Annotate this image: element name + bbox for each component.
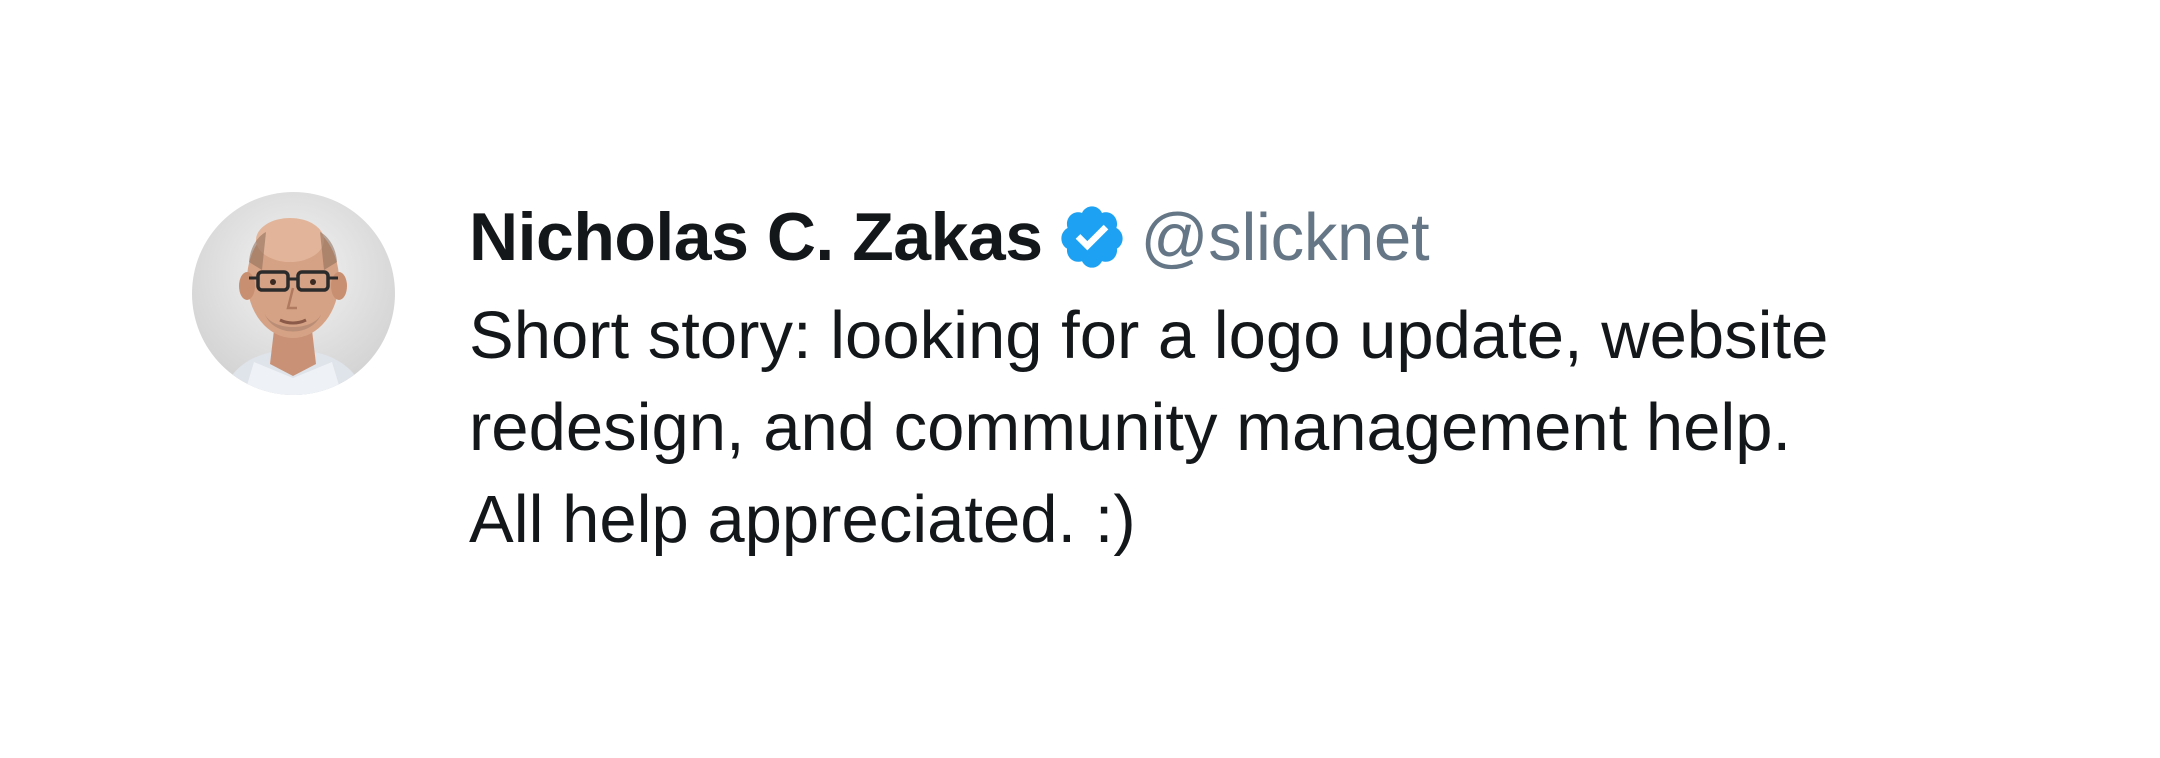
profile-photo — [222, 218, 365, 395]
tweet-card: Nicholas C. Zakas @slicknet Short story:… — [192, 192, 1992, 592]
tweet-header: Nicholas C. Zakas @slicknet — [469, 192, 1430, 282]
tweet-text-line: Short story: looking for a logo update, … — [469, 298, 1829, 373]
author-display-name[interactable]: Nicholas C. Zakas — [469, 198, 1043, 276]
verified-badge-icon — [1057, 202, 1127, 272]
tweet-text-line: All help appreciated. :) — [469, 482, 1136, 557]
author-handle[interactable]: @slicknet — [1141, 199, 1430, 276]
tweet-text-line: redesign, and community management help. — [469, 390, 1792, 465]
avatar[interactable] — [192, 192, 395, 395]
tweet-text: Short story: looking for a logo update, … — [469, 290, 1969, 566]
